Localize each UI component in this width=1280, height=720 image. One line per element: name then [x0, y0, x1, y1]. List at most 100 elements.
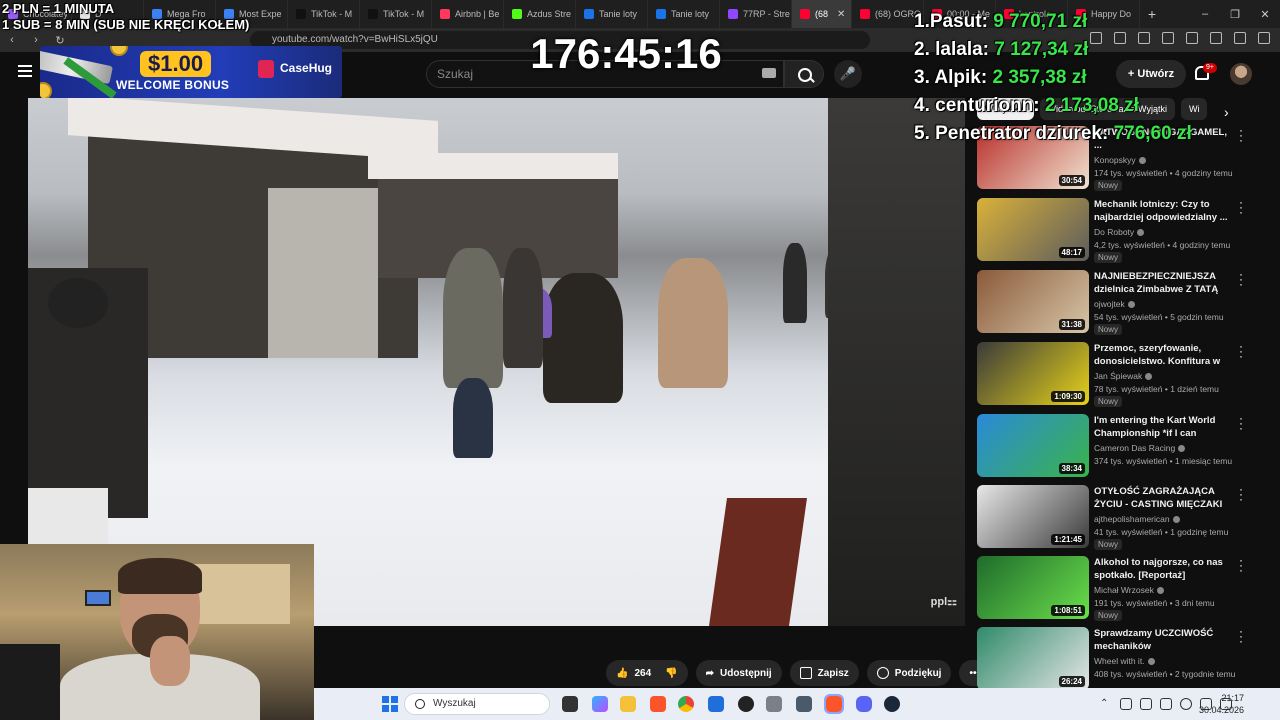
- like-button[interactable]: 👍 264 👎: [606, 660, 688, 686]
- video-thumbnail[interactable]: 26:24: [977, 627, 1089, 690]
- tray-chevron-icon[interactable]: ⌃: [1100, 698, 1112, 710]
- recommended-video[interactable]: 38:34 I'm entering the Kart World Champio…: [977, 412, 1267, 478]
- thanks-label: Podziękuj: [894, 667, 942, 679]
- minimize-icon[interactable]: –: [1190, 8, 1220, 20]
- tab-favicon-icon: [860, 9, 870, 19]
- more-options-icon[interactable]: · · ·: [1235, 554, 1247, 576]
- video-doorframe: [828, 98, 965, 626]
- channel-name[interactable]: Jan Śpiewak: [1094, 371, 1153, 381]
- browser-tab[interactable]: Airbnb | Be: [432, 0, 504, 28]
- more-options-icon[interactable]: · · ·: [1235, 268, 1247, 290]
- browser-tab[interactable]: Azdus Stre: [504, 0, 576, 28]
- video-person: [453, 378, 493, 458]
- tray-app-icon[interactable]: [1160, 698, 1172, 710]
- windows-start-icon[interactable]: [382, 696, 398, 712]
- taskbar-search-input[interactable]: Wyszukaj: [404, 693, 550, 715]
- browser-tab[interactable]: 77RP - Stre: [720, 0, 792, 28]
- extension-icon[interactable]: [1210, 32, 1222, 44]
- browser-tab[interactable]: TikTok - M: [360, 0, 432, 28]
- brave-browser-icon[interactable]: [650, 696, 666, 712]
- account-avatar[interactable]: [1230, 63, 1252, 85]
- share-button[interactable]: ➦ Udostępnij: [695, 660, 782, 686]
- video-thumbnail[interactable]: 1:08:51: [977, 556, 1089, 619]
- maximize-icon[interactable]: ❐: [1220, 8, 1250, 21]
- search-button[interactable]: [784, 60, 824, 88]
- recommended-video[interactable]: 1:09:30 Przemoc, szeryfowanie, donosiciel…: [977, 340, 1267, 407]
- recommended-video[interactable]: 31:38 NAJNIEBEZPIECZNIEJSZA dzielnica Zim…: [977, 268, 1267, 335]
- video-title[interactable]: Sprawdzamy UCZCIWOŚĆ mechaników samochod…: [1094, 627, 1230, 653]
- microphone-icon[interactable]: 🎤: [834, 60, 862, 88]
- channel-name[interactable]: Cameron Das Racing: [1094, 443, 1186, 453]
- video-thumbnail[interactable]: 38:34: [977, 414, 1089, 477]
- task-view-icon[interactable]: [562, 696, 578, 712]
- more-options-icon[interactable]: · · ·: [1235, 412, 1247, 434]
- promo-brand: CaseHug: [280, 61, 333, 75]
- taskbar-clock[interactable]: 21:17 30.04.2026: [1199, 692, 1244, 716]
- tab-favicon-icon: [656, 9, 666, 19]
- back-icon[interactable]: ‹: [0, 34, 24, 46]
- recommended-video[interactable]: 1:21:45 OTYŁOŚĆ ZAGRAŻAJĄCA ŻYCIU - CASTI…: [977, 483, 1267, 550]
- calculator-icon[interactable]: [796, 696, 812, 712]
- more-options-icon[interactable]: · · ·: [1235, 483, 1247, 505]
- settings-gear-icon[interactable]: [766, 696, 782, 712]
- browser-tab[interactable]: Tanie loty: [648, 0, 720, 28]
- copilot-icon[interactable]: [592, 696, 608, 712]
- video-title[interactable]: Alkohol to najgorsze, co nas spotkało. […: [1094, 556, 1230, 582]
- video-roof: [368, 153, 618, 179]
- chrome-icon[interactable]: [678, 696, 694, 712]
- video-title[interactable]: NAJNIEBEZPIECZNIEJSZA dzielnica Zimbabwe…: [1094, 270, 1230, 296]
- video-person: [503, 248, 543, 368]
- brave-active-icon[interactable]: [824, 694, 844, 714]
- close-tab-icon[interactable]: ✕: [837, 9, 845, 20]
- tray-app-icon[interactable]: [1120, 698, 1132, 710]
- tab-label: Tanie loty: [599, 9, 638, 19]
- reload-icon[interactable]: ↻: [48, 34, 72, 47]
- channel-name[interactable]: ajthepolishamerican: [1094, 514, 1180, 524]
- recommended-video[interactable]: 1:08:51 Alkohol to najgorsze, co nas spot…: [977, 554, 1267, 621]
- video-title[interactable]: OTYŁOŚĆ ZAGRAŻAJĄCA ŻYCIU - CASTING MIĘC…: [1094, 485, 1230, 511]
- wifi-icon[interactable]: [1180, 698, 1192, 710]
- steam-icon[interactable]: [884, 696, 900, 712]
- video-title[interactable]: Mechanik lotniczy: Czy to najbardziej od…: [1094, 198, 1230, 224]
- video-thumbnail[interactable]: 31:38: [977, 270, 1089, 333]
- browser-tab[interactable]: Tanie loty: [576, 0, 648, 28]
- channel-name[interactable]: Do Roboty: [1094, 227, 1145, 237]
- video-thumbnail[interactable]: 1:09:30: [977, 342, 1089, 405]
- thumbs-down-icon[interactable]: 👎: [665, 668, 677, 679]
- chevron-right-icon[interactable]: ›: [1224, 104, 1229, 120]
- keyboard-icon[interactable]: [762, 68, 776, 78]
- extension-icon[interactable]: [1258, 32, 1270, 44]
- store-icon[interactable]: [708, 696, 724, 712]
- recommended-video[interactable]: 48:17 Mechanik lotniczy: Czy to najbardzi…: [977, 196, 1267, 263]
- menu-icon[interactable]: [18, 65, 32, 77]
- video-thumbnail[interactable]: 48:17: [977, 198, 1089, 261]
- file-explorer-icon[interactable]: [620, 696, 636, 712]
- browser-tab[interactable]: (68 ✕: [792, 0, 852, 28]
- discord-icon[interactable]: [856, 696, 872, 712]
- more-options-icon[interactable]: · · ·: [1235, 340, 1247, 362]
- share-label: Udostępnij: [719, 667, 772, 679]
- more-options-icon[interactable]: · · ·: [1235, 625, 1247, 647]
- leaderboard-amount: 2 357,38 zł: [992, 67, 1087, 88]
- super-thanks-icon: [876, 667, 889, 679]
- channel-name[interactable]: Wheel with it.: [1094, 656, 1155, 666]
- video-title[interactable]: I'm entering the Kart World Championship…: [1094, 414, 1230, 440]
- forward-icon[interactable]: ›: [24, 34, 48, 46]
- tray-app-icon[interactable]: [1140, 698, 1152, 710]
- extension-icon[interactable]: [1234, 32, 1246, 44]
- more-options-icon[interactable]: · · ·: [1235, 124, 1247, 146]
- channel-name[interactable]: Konopskyy: [1094, 155, 1146, 165]
- recommended-video[interactable]: 26:24 Sprawdzamy UCZCIWOŚĆ mechaników sam…: [977, 625, 1267, 691]
- channel-name[interactable]: ojwojtek: [1094, 299, 1135, 309]
- video-thumbnail[interactable]: 1:21:45: [977, 485, 1089, 548]
- leaderboard-entry: 4. centurionn: 2 173,08 zł: [914, 92, 1192, 120]
- channel-name[interactable]: Michał Wrzosek: [1094, 585, 1164, 595]
- obs-icon[interactable]: [738, 696, 754, 712]
- browser-tab[interactable]: TikTok - M: [288, 0, 360, 28]
- video-title[interactable]: Przemoc, szeryfowanie, donosicielstwo. K…: [1094, 342, 1230, 368]
- save-button[interactable]: Zapisz: [789, 660, 859, 686]
- thanks-button[interactable]: Podziękuj: [866, 660, 952, 686]
- close-window-icon[interactable]: ✕: [1250, 8, 1280, 21]
- leaderboard-amount: 776,60 zł: [1113, 123, 1192, 144]
- more-options-icon[interactable]: · · ·: [1235, 196, 1247, 218]
